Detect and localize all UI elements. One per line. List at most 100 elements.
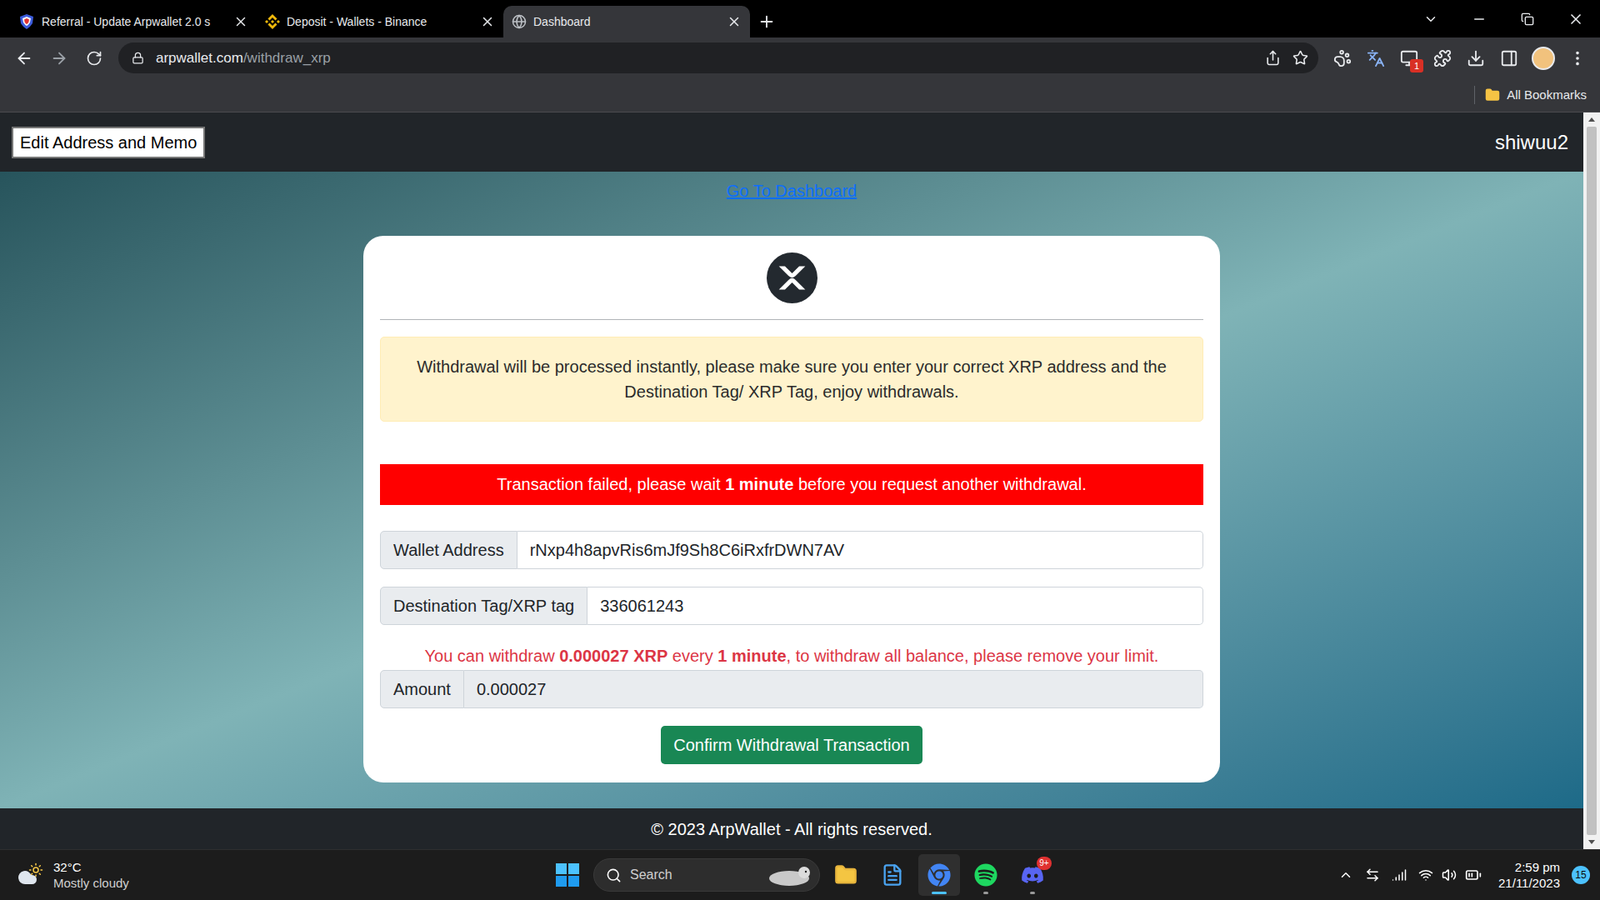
network-activity-icon[interactable] (1365, 867, 1380, 883)
chrome-icon (927, 863, 951, 887)
chrome-button[interactable] (918, 854, 960, 896)
minimize-button[interactable] (1455, 2, 1504, 36)
amount-label: Amount (380, 670, 465, 709)
plus-icon (757, 12, 776, 31)
menu-icon[interactable] (1568, 49, 1587, 68)
input-field[interactable] (587, 586, 1204, 625)
notification-badge[interactable]: 15 (1571, 865, 1590, 885)
scroll-down-icon[interactable] (1587, 835, 1596, 850)
browser-tab[interactable]: Deposit - Wallets - Binance (256, 5, 504, 38)
lock-icon (131, 51, 145, 65)
text: , to withdraw all balance, please remove… (786, 646, 1160, 665)
scroll-up-icon[interactable] (1587, 112, 1596, 127)
system-tray: 2:59 pm21/11/2023 15 (1053, 859, 1600, 891)
limit-text: You can withdraw 0.000027 XRP every 1 mi… (380, 643, 1204, 669)
binance-favicon-icon (265, 14, 280, 30)
omnibox[interactable]: arpwallet.com/withdraw_xrp (118, 42, 1319, 74)
bookmark-star-icon[interactable] (1292, 50, 1309, 66)
spotify-button[interactable] (965, 854, 1007, 896)
taskbar-search[interactable]: Search (593, 858, 820, 892)
back-button[interactable] (8, 42, 40, 75)
scrollbar[interactable] (1583, 112, 1600, 850)
footer: © 2023 ArpWallet - All rights reserved. (0, 808, 1584, 850)
side-panel-icon[interactable] (1500, 49, 1519, 68)
error-alert: Transaction failed, please wait 1 minute… (380, 464, 1204, 505)
tab-strip: Referral - Update Arpwallet 2.0 s Deposit… (0, 0, 1600, 38)
navbar: Edit Address and Memo shiwuu2 (0, 112, 1584, 172)
forward-button[interactable] (43, 42, 75, 75)
tab-label: Deposit - Wallets - Binance (286, 13, 474, 31)
tab-search-button[interactable] (1406, 2, 1455, 36)
volume-icon (1441, 867, 1457, 883)
weather-widget[interactable]: 32°CMostly cloudy (0, 859, 547, 891)
globe-favicon-icon (511, 14, 527, 30)
clock[interactable]: 2:59 pm21/11/2023 (1498, 859, 1560, 891)
extensions: 1 (1328, 44, 1592, 73)
bookmark-label: All Bookmarks (1506, 85, 1587, 105)
quick-settings[interactable] (1418, 866, 1482, 884)
dashboard-link[interactable]: Go To Dashboard (726, 178, 857, 204)
browser-tab[interactable]: Dashboard (503, 5, 750, 38)
username: shiwuu2 (1495, 127, 1569, 158)
search-placeholder: Search (630, 865, 758, 885)
translate-extension-icon[interactable] (1366, 49, 1385, 68)
scrollbar-thumb[interactable] (1586, 126, 1597, 835)
browser-tab[interactable]: Referral - Update Arpwallet 2.0 s (10, 5, 257, 38)
input-field[interactable] (517, 530, 1204, 570)
back-icon (15, 49, 34, 68)
temperature: 32°C (53, 859, 130, 875)
new-tab-button[interactable] (750, 5, 784, 38)
bold-text: 1 minute (725, 475, 794, 494)
url: arpwallet.com/withdraw_xrp (155, 47, 1254, 70)
active-indicator (931, 891, 947, 895)
text: before you request another withdrawal. (793, 475, 1086, 494)
start-button[interactable] (546, 854, 589, 896)
signal-icon[interactable] (1391, 867, 1407, 883)
date: 21/11/2023 (1498, 875, 1560, 891)
toolbar: arpwallet.com/withdraw_xrp 1 (0, 37, 1600, 79)
close-button[interactable] (1551, 2, 1600, 36)
discord-button[interactable]: 9+ (1011, 854, 1054, 896)
screen: Referral - Update Arpwallet 2.0 s Deposit… (0, 0, 1600, 900)
profile-avatar[interactable] (1531, 46, 1555, 70)
amount-field[interactable] (464, 670, 1204, 709)
confirm-withdrawal-button[interactable]: Confirm Withdrawal Transaction (660, 725, 922, 765)
tab-label: Referral - Update Arpwallet 2.0 s (41, 13, 227, 31)
reload-icon (85, 50, 103, 67)
tab-close-icon[interactable] (726, 14, 742, 30)
edit-address-button[interactable]: Edit Address and Memo (11, 126, 205, 159)
taskbar: 32°CMostly cloudySearch9+2:59 pm21/11/20… (0, 849, 1600, 900)
input-group: Wallet Address (380, 530, 1204, 570)
separator (1474, 85, 1475, 105)
battery-icon (1465, 866, 1482, 884)
spotify-icon (974, 863, 998, 887)
file-explorer-button[interactable] (825, 854, 867, 896)
text: You can withdraw (425, 646, 560, 665)
paw-extension-icon[interactable] (1333, 49, 1352, 68)
puzzle-icon[interactable] (1433, 49, 1452, 68)
download-icon[interactable] (1466, 49, 1485, 68)
bookmark-folder[interactable]: All Bookmarks (1485, 85, 1587, 105)
badge-extension[interactable]: 1 (1395, 44, 1424, 73)
restore-button[interactable] (1503, 2, 1552, 36)
restore-icon (1520, 12, 1535, 26)
running-indicator (983, 891, 989, 895)
windows-logo-icon (555, 863, 580, 887)
amount-group: Amount (380, 670, 1204, 709)
page: Edit Address and Memo shiwuu2 Go To Dashbo… (0, 112, 1584, 850)
chevron-up-icon[interactable] (1338, 867, 1354, 883)
weather-text: 32°CMostly cloudy (53, 859, 130, 891)
folder-icon (1485, 87, 1500, 103)
reload-button[interactable] (78, 42, 110, 75)
notepad-button[interactable] (871, 854, 914, 896)
forward-icon (50, 49, 69, 68)
page-viewport: Edit Address and Memo shiwuu2 Go To Dashbo… (0, 112, 1600, 850)
close-icon (1567, 10, 1585, 28)
tab-close-icon[interactable] (233, 14, 249, 30)
extension-badge: 1 (1410, 59, 1424, 73)
share-icon[interactable] (1265, 50, 1281, 66)
bold-text: 1 minute (717, 646, 786, 665)
time: 2:59 pm (1515, 859, 1560, 875)
hero-background: Go To DashboardWithdrawal will be proces… (0, 171, 1584, 809)
tab-close-icon[interactable] (480, 14, 495, 30)
